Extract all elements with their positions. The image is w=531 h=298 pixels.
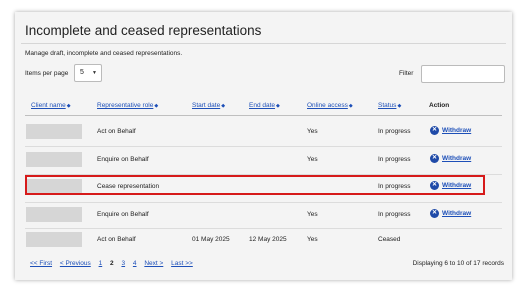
online-access: Yes <box>307 236 318 243</box>
next-page-link[interactable]: Next > <box>144 260 163 267</box>
representative-role: Act on Behalf <box>97 128 136 135</box>
table-row: Act on Behalf 01 May 2025 12 May 2025 Ye… <box>25 227 502 253</box>
current-page: 2 <box>110 260 114 267</box>
online-access: Yes <box>307 211 318 218</box>
sort-arrows-icon: ◆ <box>276 103 280 109</box>
representative-role: Enquire on Behalf <box>97 156 149 163</box>
sort-arrows-icon: ◆ <box>397 103 402 109</box>
page-link-4[interactable]: 4 <box>133 260 137 267</box>
online-access: Yes <box>307 128 318 135</box>
items-per-page-select[interactable]: 5 ▼ <box>74 64 102 82</box>
page-link-3[interactable]: 3 <box>121 260 125 267</box>
chevron-down-icon: ▼ <box>92 70 97 76</box>
close-circle-icon: ✕ <box>430 209 439 218</box>
withdraw-link[interactable]: ✕ Withdraw <box>430 181 471 190</box>
sort-arrows-icon: ◆ <box>221 103 226 109</box>
sort-arrows-icon: ◆ <box>154 103 159 109</box>
close-circle-icon: ✕ <box>430 154 439 163</box>
close-circle-icon: ✕ <box>430 126 439 135</box>
table-row: Act on Behalf Yes In progress ✕ Withdraw <box>25 119 502 145</box>
header-status[interactable]: Status◆ <box>378 102 401 109</box>
client-name-redacted <box>26 179 82 194</box>
last-page-link[interactable]: Last >> <box>171 260 193 267</box>
title-divider <box>21 43 506 44</box>
representative-role: Act on Behalf <box>97 236 136 243</box>
sort-arrows-icon: ◆ <box>348 103 353 109</box>
header-online-access[interactable]: Online access◆ <box>307 102 353 109</box>
table-row: Enquire on Behalf Yes In progress ✕ Withd… <box>25 147 502 173</box>
header-client-name[interactable]: Client name◆ <box>31 102 71 109</box>
first-page-link[interactable]: << First <box>30 260 52 267</box>
items-per-page-value: 5 <box>80 69 84 76</box>
items-per-page-label: Items per page <box>25 70 69 77</box>
representations-panel: Incomplete and ceased representations Ma… <box>15 12 512 280</box>
end-date: 12 May 2025 <box>249 236 287 243</box>
panel-description: Manage draft, incomplete and ceased repr… <box>25 50 183 57</box>
pagination: << First < Previous 1 2 3 4 Next > Last … <box>30 260 199 267</box>
page-link-1[interactable]: 1 <box>99 260 103 267</box>
header-divider <box>25 115 502 116</box>
header-start-date[interactable]: Start date◆ <box>192 102 225 109</box>
table-row: Enquire on Behalf Yes In progress ✕ Withd… <box>25 202 502 228</box>
client-name-redacted <box>26 152 82 167</box>
header-representative-role[interactable]: Representative role◆ <box>97 102 158 109</box>
records-summary: Displaying 6 to 10 of 17 records <box>412 260 504 267</box>
withdraw-link[interactable]: ✕ Withdraw <box>430 154 471 163</box>
status: In progress <box>378 183 411 190</box>
header-action: Action <box>429 102 450 109</box>
close-circle-icon: ✕ <box>430 181 439 190</box>
filter-label: Filter <box>399 70 414 77</box>
previous-page-link[interactable]: < Previous <box>60 260 91 267</box>
status: In progress <box>378 156 411 163</box>
status: In progress <box>378 128 411 135</box>
withdraw-link[interactable]: ✕ Withdraw <box>430 126 471 135</box>
status: In progress <box>378 211 411 218</box>
start-date: 01 May 2025 <box>192 236 230 243</box>
status: Ceased <box>378 236 401 243</box>
client-name-redacted <box>26 124 82 139</box>
online-access: Yes <box>307 156 318 163</box>
representative-role: Cease representation <box>97 183 160 190</box>
header-end-date[interactable]: End date◆ <box>249 102 280 109</box>
client-name-redacted <box>26 207 82 222</box>
representative-role: Enquire on Behalf <box>97 211 149 218</box>
sort-arrows-icon: ◆ <box>66 103 71 109</box>
panel-title: Incomplete and ceased representations <box>25 23 262 38</box>
filter-input[interactable] <box>421 65 505 83</box>
withdraw-link[interactable]: ✕ Withdraw <box>430 209 471 218</box>
client-name-redacted <box>26 232 82 247</box>
table-row: Cease representation In progress ✕ Withdr… <box>25 174 502 200</box>
